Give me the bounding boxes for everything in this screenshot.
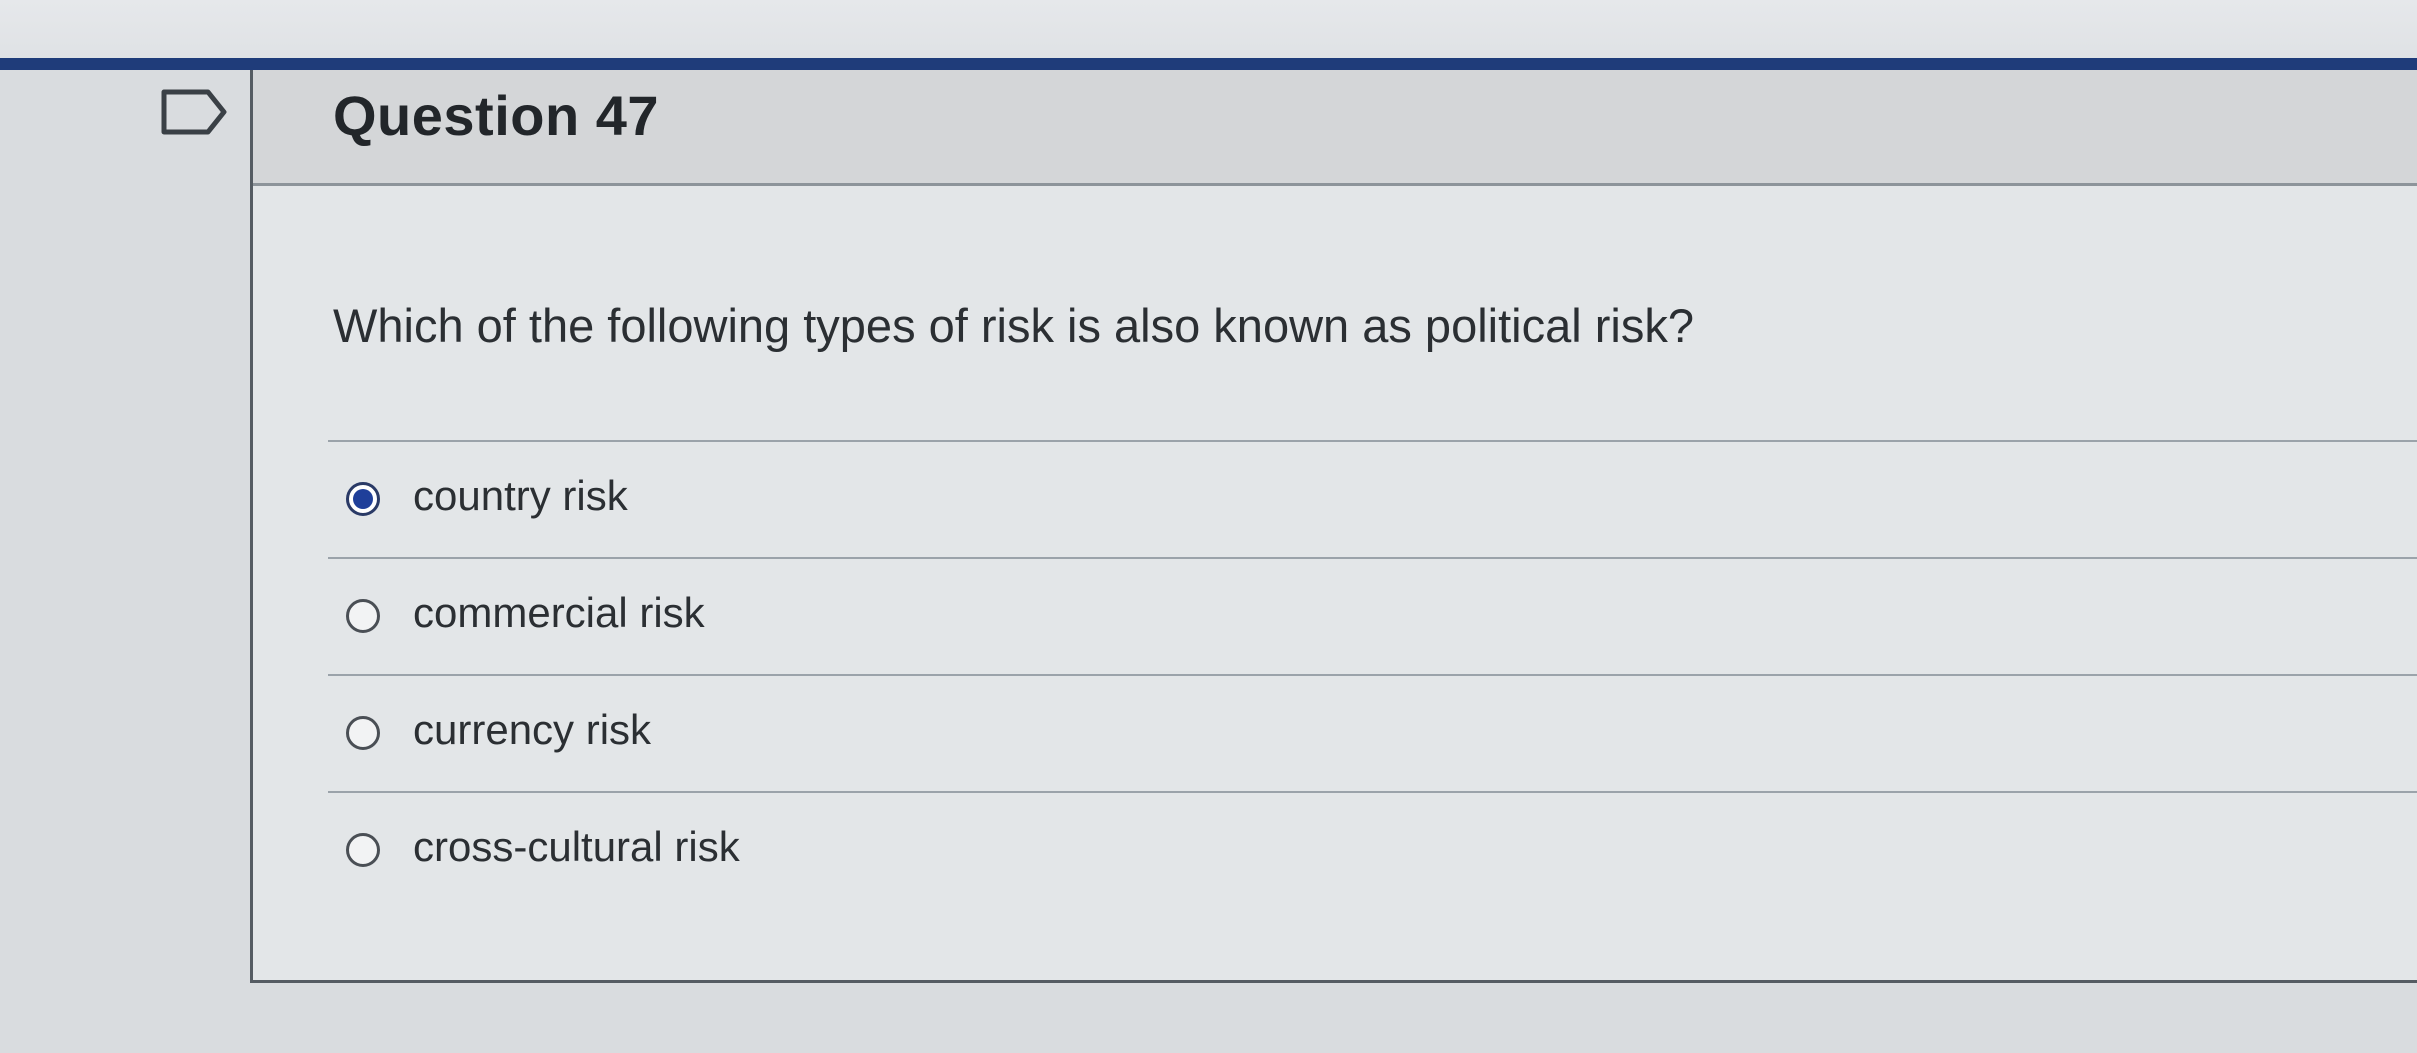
bookmark-flag-icon[interactable] [160,88,230,136]
answer-label: country risk [413,472,628,519]
answer-list: country risk commercial risk currency ri… [328,440,2417,908]
answer-option-cross-cultural-risk[interactable]: cross-cultural risk [328,793,2417,908]
top-strip [0,0,2417,58]
radio-unselected-icon[interactable] [346,599,380,633]
answer-label: currency risk [413,706,652,753]
radio-selected-icon[interactable] [346,482,380,516]
radio-unselected-icon[interactable] [346,833,380,867]
answer-option-currency-risk[interactable]: currency risk [328,676,2417,793]
question-title: Question 47 [333,84,660,147]
answer-label: commercial risk [413,589,705,636]
answer-option-country-risk[interactable]: country risk [328,442,2417,559]
question-header: Question 47 [253,70,2417,186]
answer-label: cross-cultural risk [413,823,740,870]
question-text: Which of the following types of risk is … [333,299,1694,352]
answer-option-commercial-risk[interactable]: commercial risk [328,559,2417,676]
question-card: Question 47 Which of the following types… [250,70,2417,983]
radio-unselected-icon[interactable] [346,716,380,750]
top-accent-bar [0,58,2417,70]
